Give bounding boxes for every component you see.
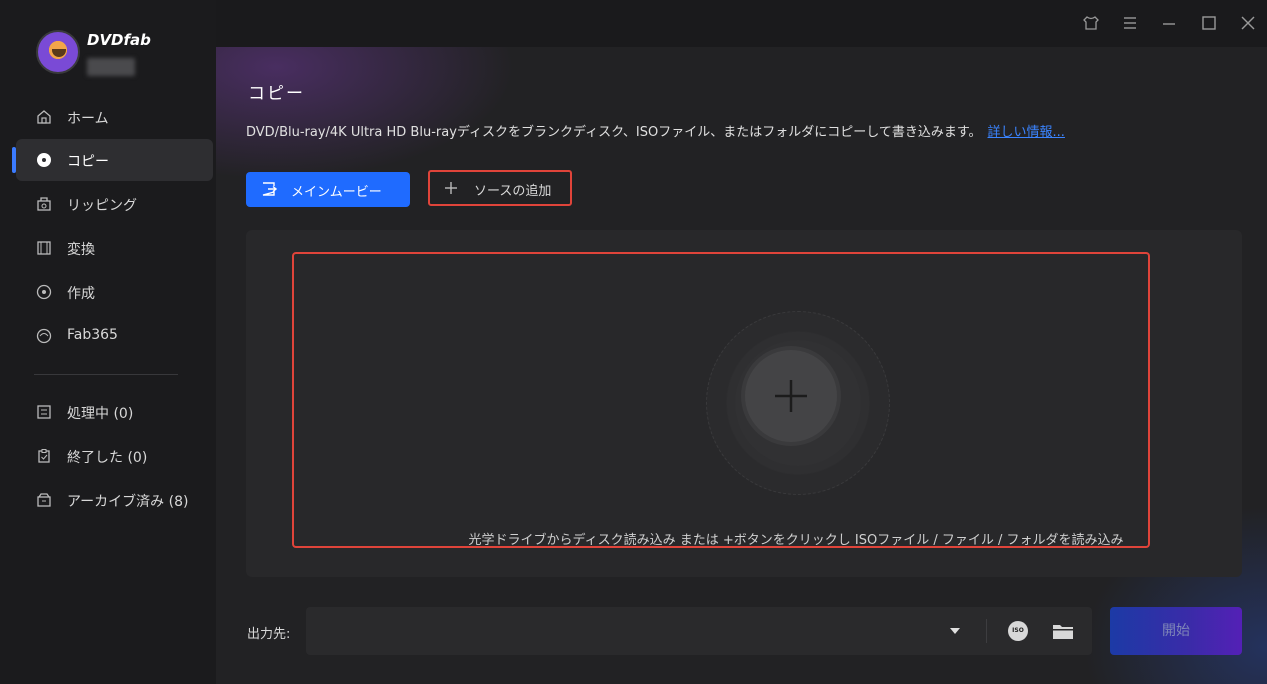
more-info-link[interactable]: 詳しい情報... xyxy=(988,125,1065,140)
add-source-label: ソースの追加 xyxy=(474,184,552,199)
menu-icon[interactable] xyxy=(1121,14,1139,32)
home-icon xyxy=(37,110,51,124)
output-label: 出力先: xyxy=(247,627,291,642)
sidebar-item-home[interactable]: ホーム xyxy=(16,96,213,138)
sidebar-item-label: コピー xyxy=(67,154,109,170)
ripping-icon xyxy=(37,197,51,211)
iso-icon[interactable]: ISO xyxy=(1008,621,1028,641)
sidebar-item-label: リッピング xyxy=(67,198,137,214)
fab365-icon xyxy=(36,328,52,344)
sidebar-item-label: Fab365 xyxy=(67,327,118,343)
film-icon xyxy=(37,241,51,255)
sidebar-item-copy[interactable]: コピー xyxy=(12,139,213,181)
clipboard-check-icon xyxy=(38,449,50,463)
app-logo-icon xyxy=(36,30,80,74)
large-plus-icon xyxy=(775,380,807,412)
sidebar-item-fab365[interactable]: Fab365 xyxy=(16,315,213,357)
main-movie-icon xyxy=(262,182,277,196)
sidebar-item-label: ホーム xyxy=(67,111,109,127)
close-icon[interactable] xyxy=(1239,14,1257,32)
sidebar-item-convert[interactable]: 変換 xyxy=(16,227,213,269)
folder-icon[interactable] xyxy=(1052,623,1074,640)
skin-shirt-icon[interactable] xyxy=(1082,14,1100,32)
sidebar-item-label: アーカイブ済み (8) xyxy=(67,494,189,510)
page-description: DVD/Blu-ray/4K Ultra HD Blu-rayディスクをブランク… xyxy=(246,121,1065,140)
sidebar-divider xyxy=(34,374,178,375)
add-source-button[interactable]: ソースの追加 xyxy=(428,170,572,206)
archive-icon xyxy=(37,493,51,507)
drop-area-highlight: 光学ドライブからディスク読み込み または +ボタンをクリックし ISOファイル … xyxy=(292,252,1150,548)
brand-name: DVDfab xyxy=(87,31,151,49)
sidebar-item-create[interactable]: 作成 xyxy=(16,271,213,313)
sidebar-item-label: 終了した (0) xyxy=(67,450,148,466)
disc-icon xyxy=(37,153,51,167)
page-title: コピー xyxy=(248,84,305,104)
main-movie-button[interactable]: メインムービー xyxy=(246,172,410,207)
start-button[interactable]: 開始 xyxy=(1110,607,1242,655)
sidebar-item-archived[interactable]: アーカイブ済み (8) xyxy=(16,479,213,521)
create-disc-icon xyxy=(36,284,52,300)
output-separator xyxy=(986,619,987,643)
drop-hint-text: 光学ドライブからディスク読み込み または +ボタンをクリックし ISOファイル … xyxy=(468,533,1124,548)
sidebar-item-ripping[interactable]: リッピング xyxy=(16,183,213,225)
description-text: DVD/Blu-ray/4K Ultra HD Blu-rayディスクをブランク… xyxy=(246,125,982,140)
sidebar: DVDfab ホーム コピー リッピング 変換 作成 Fab365 処理中 (0… xyxy=(0,0,216,684)
sidebar-item-label: 処理中 (0) xyxy=(67,406,134,422)
main-movie-label: メインムービー xyxy=(291,185,382,200)
sidebar-item-finished[interactable]: 終了した (0) xyxy=(16,435,213,477)
minimize-icon[interactable] xyxy=(1160,14,1178,32)
title-bar xyxy=(216,0,1267,47)
user-name-blurred xyxy=(87,58,135,76)
plus-icon xyxy=(445,182,457,194)
sidebar-item-label: 作成 xyxy=(67,286,95,302)
sidebar-item-label: 変換 xyxy=(67,242,95,258)
list-icon xyxy=(37,405,51,419)
output-path-select[interactable]: ISO xyxy=(306,607,1092,655)
sidebar-item-processing[interactable]: 処理中 (0) xyxy=(16,391,213,433)
drop-area[interactable]: 光学ドライブからディスク読み込み または +ボタンをクリックし ISOファイル … xyxy=(246,230,1242,577)
main-panel: コピー DVD/Blu-ray/4K Ultra HD Blu-rayディスクを… xyxy=(216,47,1267,684)
chevron-down-icon[interactable] xyxy=(950,628,960,634)
maximize-icon[interactable] xyxy=(1200,14,1218,32)
add-source-circle-button[interactable] xyxy=(745,350,837,442)
